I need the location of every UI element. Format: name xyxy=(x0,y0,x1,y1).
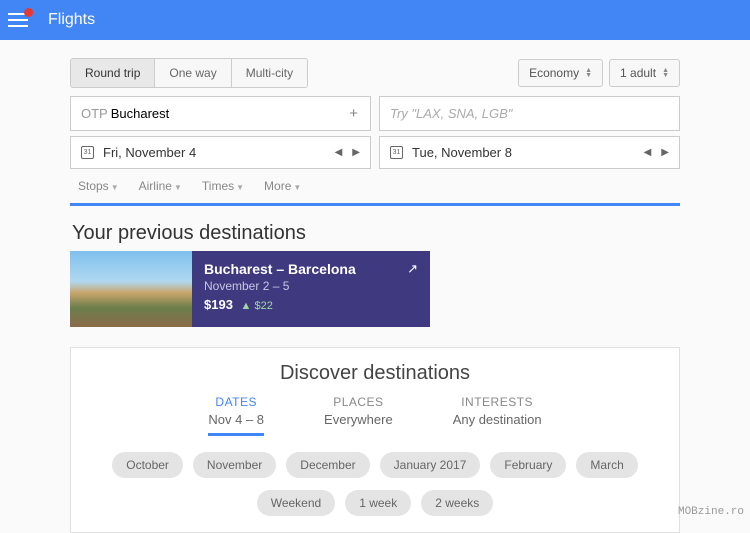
duration-chips: Weekend 1 week 2 weeks xyxy=(71,490,679,516)
trip-type-tabs: Round trip One way Multi-city xyxy=(70,58,308,88)
tab-interests-value: Any destination xyxy=(453,412,542,427)
chip-month[interactable]: January 2017 xyxy=(380,452,481,478)
passenger-select[interactable]: 1 adult ▲▼ xyxy=(609,59,680,87)
filter-airline[interactable]: Airline▼ xyxy=(139,179,182,193)
prev-day-icon[interactable]: ◀ xyxy=(335,147,343,158)
top-row: Round trip One way Multi-city Economy ▲▼… xyxy=(70,58,680,88)
calendar-icon: 31 xyxy=(390,146,403,159)
destination-card[interactable]: Bucharest – Barcelona November 2 – 5 $19… xyxy=(70,251,430,327)
dates-row: 31 Fri, November 4 ◀ ▶ 31 Tue, November … xyxy=(70,136,680,169)
month-chips: October November December January 2017 F… xyxy=(71,452,679,478)
chip-month[interactable]: November xyxy=(193,452,276,478)
destination-placeholder: Try "LAX, SNA, LGB" xyxy=(390,106,512,121)
airports-row: OTP Bucharest + Try "LAX, SNA, LGB" xyxy=(70,96,680,131)
tab-round-trip[interactable]: Round trip xyxy=(71,59,155,87)
pax-label: 1 adult xyxy=(620,66,656,80)
app-header: Flights xyxy=(0,0,750,40)
return-date: Tue, November 8 xyxy=(412,145,512,160)
filter-times[interactable]: Times▼ xyxy=(202,179,244,193)
card-price: $193 xyxy=(204,297,233,312)
origin-input[interactable]: OTP Bucharest + xyxy=(70,96,371,131)
previous-heading: Your previous destinations xyxy=(70,222,680,245)
notification-dot xyxy=(24,8,33,17)
tab-interests[interactable]: INTERESTS Any destination xyxy=(453,395,542,436)
updown-icon: ▲▼ xyxy=(585,68,592,78)
return-date-input[interactable]: 31 Tue, November 8 ◀ ▶ xyxy=(379,136,680,169)
tab-places-value: Everywhere xyxy=(324,412,393,427)
depart-arrows: ◀ ▶ xyxy=(335,147,360,158)
main-container: Round trip One way Multi-city Economy ▲▼… xyxy=(70,58,680,533)
chip-month[interactable]: December xyxy=(286,452,369,478)
chip-month[interactable]: October xyxy=(112,452,183,478)
card-change: ▲ $22 xyxy=(241,300,273,312)
tab-multi-city[interactable]: Multi-city xyxy=(232,59,307,87)
tab-dates-label: DATES xyxy=(208,395,264,409)
calendar-icon: 31 xyxy=(81,146,94,159)
tab-interests-label: INTERESTS xyxy=(453,395,542,409)
tab-dates-value: Nov 4 – 8 xyxy=(208,412,264,427)
menu-icon[interactable] xyxy=(8,13,28,27)
cabin-select[interactable]: Economy ▲▼ xyxy=(518,59,603,87)
trend-icon: ↗ xyxy=(407,261,418,277)
add-origin-icon[interactable]: + xyxy=(349,105,358,122)
card-route: Bucharest – Barcelona xyxy=(204,261,418,277)
watermark: MOBzine.ro xyxy=(678,506,744,518)
tab-places[interactable]: PLACES Everywhere xyxy=(324,395,393,436)
depart-date-input[interactable]: 31 Fri, November 4 ◀ ▶ xyxy=(70,136,371,169)
card-thumbnail xyxy=(70,251,192,327)
origin-city: Bucharest xyxy=(111,106,170,121)
depart-date: Fri, November 4 xyxy=(103,145,196,160)
card-dates: November 2 – 5 xyxy=(204,279,418,293)
cabin-label: Economy xyxy=(529,66,579,80)
previous-destinations: Your previous destinations Bucharest – B… xyxy=(70,222,680,327)
filter-stops[interactable]: Stops▼ xyxy=(78,179,119,193)
tab-places-label: PLACES xyxy=(324,395,393,409)
card-body: Bucharest – Barcelona November 2 – 5 $19… xyxy=(192,251,430,327)
tab-dates[interactable]: DATES Nov 4 – 8 xyxy=(208,395,264,436)
origin-code: OTP xyxy=(81,106,108,121)
trip-options: Economy ▲▼ 1 adult ▲▼ xyxy=(518,59,680,87)
card-priceline: $193 ▲ $22 xyxy=(204,297,418,312)
tab-one-way[interactable]: One way xyxy=(155,59,231,87)
chip-month[interactable]: March xyxy=(576,452,637,478)
updown-icon: ▲▼ xyxy=(662,68,669,78)
chip-duration[interactable]: 2 weeks xyxy=(421,490,493,516)
chip-month[interactable]: February xyxy=(490,452,566,478)
prev-day-icon[interactable]: ◀ xyxy=(644,147,652,158)
filter-bar: Stops▼ Airline▼ Times▼ More▼ xyxy=(70,169,680,206)
discover-heading: Discover destinations xyxy=(71,362,679,385)
discover-section: Discover destinations DATES Nov 4 – 8 PL… xyxy=(70,347,680,533)
filter-more[interactable]: More▼ xyxy=(264,179,301,193)
destination-input[interactable]: Try "LAX, SNA, LGB" xyxy=(379,96,680,131)
app-title: Flights xyxy=(48,11,95,29)
next-day-icon[interactable]: ▶ xyxy=(661,147,669,158)
next-day-icon[interactable]: ▶ xyxy=(352,147,360,158)
chip-duration[interactable]: 1 week xyxy=(345,490,411,516)
discover-tabs: DATES Nov 4 – 8 PLACES Everywhere INTERE… xyxy=(71,395,679,436)
return-arrows: ◀ ▶ xyxy=(644,147,669,158)
chip-duration[interactable]: Weekend xyxy=(257,490,335,516)
